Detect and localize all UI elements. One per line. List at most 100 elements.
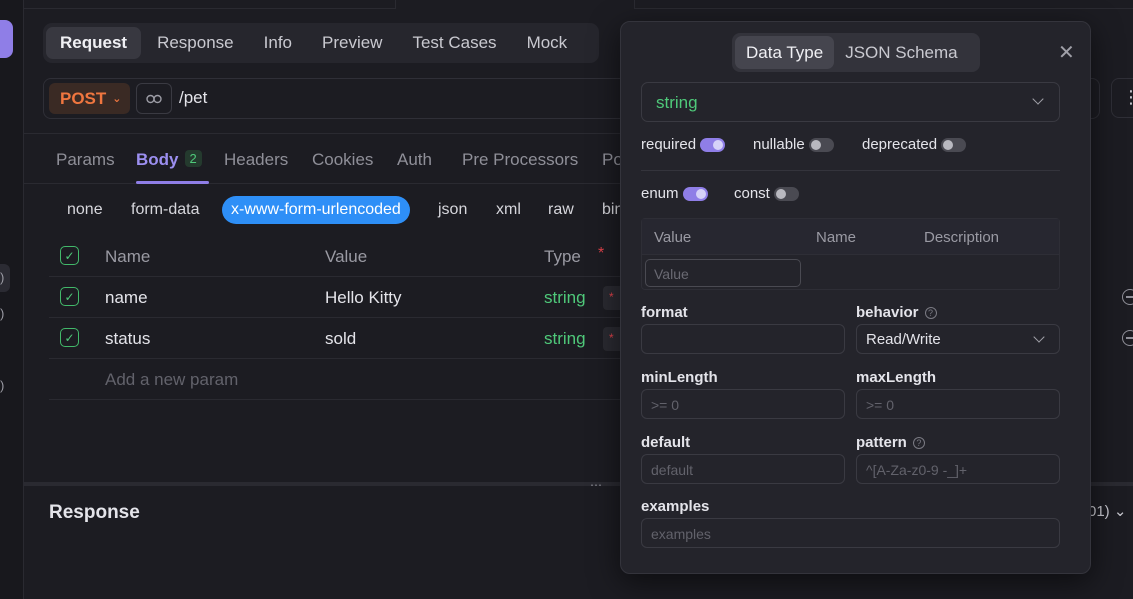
column-header-type: Type — [544, 247, 581, 266]
enum-table-header: Value Name Description — [642, 219, 1059, 255]
response-status-text: 01) — [1088, 503, 1110, 520]
format-input[interactable] — [641, 324, 845, 354]
max-length-input[interactable]: >= 0 — [856, 389, 1060, 419]
tab-body[interactable]: Body 2 — [136, 150, 202, 170]
param-tabs: Params Body 2 Headers Cookies Auth Pre Pr… — [24, 133, 624, 184]
pattern-label: pattern ? — [856, 434, 925, 451]
param-name[interactable]: status — [105, 329, 150, 349]
body-type-none[interactable]: none — [67, 201, 103, 219]
response-title: Response — [49, 502, 140, 523]
top-strip — [24, 0, 1133, 10]
type-select[interactable]: string — [641, 82, 1060, 122]
switch-knob — [775, 188, 786, 199]
tab-response[interactable]: Response — [143, 27, 248, 59]
body-type-json[interactable]: json — [438, 201, 467, 219]
const-toggle[interactable]: const — [734, 185, 799, 202]
response-status[interactable]: 01) ⌄ — [1088, 502, 1126, 520]
remove-row-icon[interactable] — [1122, 289, 1133, 305]
enum-toggle[interactable]: enum — [641, 185, 708, 202]
tab-preview[interactable]: Preview — [308, 27, 396, 59]
min-length-input[interactable]: >= 0 — [641, 389, 845, 419]
param-value[interactable]: Hello Kitty — [325, 288, 402, 308]
table-header-row: ✓ Name Value Type * — [49, 236, 629, 277]
switch-knob — [695, 188, 706, 199]
tab-info[interactable]: Info — [250, 27, 306, 59]
help-icon[interactable]: ? — [912, 436, 925, 449]
tab-data-type[interactable]: Data Type — [735, 36, 835, 69]
pattern-input[interactable]: ^[A-Za-z0-9 -_]+ — [856, 454, 1060, 484]
nullable-toggle[interactable]: nullable — [753, 136, 834, 153]
add-param-row: Add a new param — [49, 359, 629, 400]
method-select[interactable]: POST ⌄ — [49, 83, 130, 114]
body-type-form-data[interactable]: form-data — [131, 201, 199, 219]
enum-switch[interactable] — [682, 186, 708, 201]
chevron-down-icon — [1033, 331, 1045, 343]
body-count-badge: 2 — [184, 150, 202, 167]
rail-fragment: ) — [0, 306, 5, 321]
format-label: format — [641, 304, 688, 321]
param-name[interactable]: name — [105, 288, 148, 308]
tab-json-schema[interactable]: JSON Schema — [834, 36, 968, 69]
drag-handle-icon[interactable]: ⋯ — [590, 478, 603, 492]
param-type[interactable]: string — [544, 329, 586, 349]
tab-auth[interactable]: Auth — [397, 150, 432, 170]
select-all-checkbox[interactable]: ✓ — [60, 246, 79, 265]
deprecated-toggle[interactable]: deprecated — [862, 136, 967, 153]
schema-mode-toggle: Data Type JSON Schema — [732, 33, 980, 72]
params-table: ✓ Name Value Type * ✓ name Hello Kitty s… — [49, 236, 633, 400]
chevron-down-icon: ⌄ — [112, 93, 122, 105]
link-icon[interactable] — [136, 83, 172, 114]
required-switch[interactable] — [700, 137, 726, 152]
rail-fragment[interactable]: ) — [0, 264, 10, 292]
column-header-name: Name — [105, 247, 151, 266]
schema-popover: Data Type JSON Schema ✕ string required … — [620, 21, 1091, 574]
row-checkbox[interactable]: ✓ — [60, 328, 79, 347]
body-type-raw[interactable]: raw — [548, 201, 574, 219]
examples-label: examples — [641, 498, 710, 515]
row-checkbox[interactable]: ✓ — [60, 287, 79, 306]
tab-headers[interactable]: Headers — [224, 150, 288, 170]
default-input[interactable]: default — [641, 454, 845, 484]
chevron-down-icon: ⌄ — [1113, 503, 1127, 520]
more-options-icon[interactable]: ⋮ — [1111, 78, 1133, 118]
url-path-input[interactable]: /pet — [179, 88, 207, 108]
const-label: const — [734, 185, 770, 202]
top-strip-segment — [24, 0, 396, 9]
deprecated-label: deprecated — [862, 136, 938, 153]
tab-cookies[interactable]: Cookies — [312, 150, 373, 170]
body-type-xml[interactable]: xml — [496, 201, 521, 219]
enum-value-input[interactable]: Value — [645, 259, 801, 287]
body-type-urlencoded[interactable]: x-www-form-urlencoded — [222, 196, 410, 224]
param-value[interactable]: sold — [325, 329, 356, 349]
param-type[interactable]: string — [544, 288, 586, 308]
tab-test-cases[interactable]: Test Cases — [398, 27, 510, 59]
tab-request[interactable]: Request — [46, 27, 142, 59]
tab-mock[interactable]: Mock — [513, 27, 582, 59]
required-toggle[interactable]: required — [641, 136, 726, 153]
tab-pre-processors[interactable]: Pre Processors — [462, 150, 578, 170]
help-icon[interactable]: ? — [924, 306, 937, 319]
request-tabs: Request Response Info Preview Test Cases… — [43, 23, 599, 63]
pattern-label-text: pattern — [856, 434, 907, 451]
top-strip-segment — [634, 0, 1133, 9]
left-rail: ) ) ) — [0, 0, 24, 599]
behavior-select[interactable]: Read/Write — [856, 324, 1060, 354]
deprecated-switch[interactable] — [941, 137, 967, 152]
tab-params[interactable]: Params — [56, 150, 115, 170]
behavior-label-text: behavior — [856, 304, 919, 321]
nullable-switch[interactable] — [808, 137, 834, 152]
chevron-down-icon — [1032, 93, 1044, 105]
close-icon[interactable]: ✕ — [1058, 40, 1075, 65]
examples-input[interactable]: examples — [641, 518, 1060, 548]
type-select-value: string — [656, 93, 698, 112]
add-param-input[interactable]: Add a new param — [105, 370, 238, 390]
rail-active-tab[interactable] — [0, 20, 13, 58]
remove-row-icon[interactable] — [1122, 330, 1133, 346]
behavior-select-value: Read/Write — [866, 331, 941, 348]
divider — [641, 170, 1060, 171]
column-header-value: Value — [325, 247, 368, 266]
const-switch[interactable] — [773, 186, 799, 201]
enum-table: Value Name Description Value — [641, 218, 1060, 290]
enum-column-value: Value — [654, 229, 692, 246]
switch-knob — [810, 139, 821, 150]
